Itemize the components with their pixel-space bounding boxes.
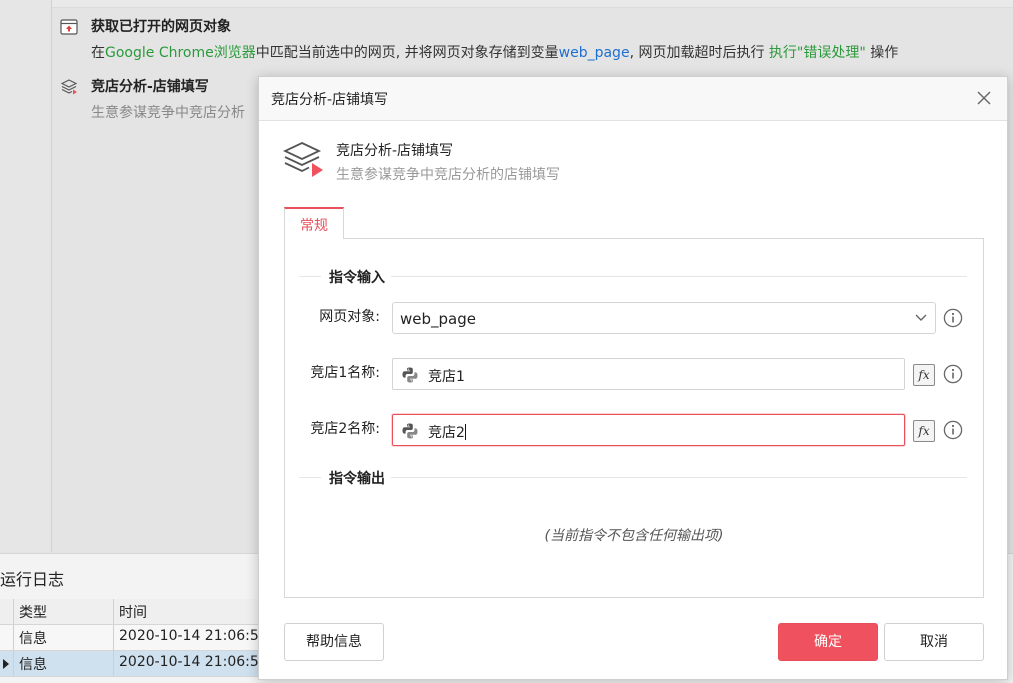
top-toolbar-edge bbox=[0, 0, 1013, 8]
input-section-title: 指令输入 bbox=[321, 267, 391, 287]
help-button[interactable]: 帮助信息 bbox=[284, 623, 384, 661]
shop2-value: 竞店2 bbox=[428, 424, 466, 441]
step-title: 获取已打开的网页对象 bbox=[91, 19, 231, 35]
line-number-gutter bbox=[0, 0, 52, 552]
web-page-value: web_page bbox=[400, 310, 476, 328]
python-icon bbox=[402, 367, 418, 383]
command-dialog: 竞店分析-店铺填写 竞店分析-店铺填写 生意参谋竞争中竞店分析的店铺填写 常规 … bbox=[258, 76, 1008, 680]
log-type-cell: 信息 bbox=[14, 651, 114, 676]
fx-expression-button[interactable]: fx bbox=[913, 364, 935, 386]
layers-icon bbox=[60, 79, 78, 95]
chevron-down-icon bbox=[915, 314, 927, 321]
step-description: 生意参谋竞争中竞店分析 bbox=[91, 105, 245, 121]
output-section-title: 指令输出 bbox=[321, 468, 391, 488]
tab-general[interactable]: 常规 bbox=[284, 207, 344, 239]
info-icon[interactable] bbox=[943, 420, 963, 440]
no-output-message: (当前指令不包含任何输出项) bbox=[544, 528, 724, 544]
column-header-time[interactable]: 时间 bbox=[114, 599, 262, 624]
shop1-input[interactable]: 竞店1 bbox=[392, 358, 905, 390]
log-type-cell: 信息 bbox=[14, 625, 114, 650]
web-page-select[interactable]: web_page bbox=[392, 302, 936, 334]
dialog-title: 竞店分析-店铺填写 bbox=[271, 92, 389, 108]
browser-window-icon bbox=[60, 19, 78, 35]
web-page-label: 网页对象: bbox=[319, 309, 380, 325]
fx-expression-button[interactable]: fx bbox=[913, 420, 935, 442]
shop2-label: 竞店2名称: bbox=[310, 421, 380, 437]
info-icon[interactable] bbox=[943, 308, 963, 328]
close-icon[interactable] bbox=[975, 89, 993, 107]
section-divider bbox=[299, 276, 967, 277]
shop2-input[interactable]: 竞店2 bbox=[392, 414, 905, 446]
run-log-title: 运行日志 bbox=[0, 570, 65, 589]
table-row[interactable]: 信息 2020-10-14 21:06:5 bbox=[0, 625, 262, 651]
shop1-label: 竞店1名称: bbox=[310, 365, 380, 381]
log-time-cell: 2020-10-14 21:06:5 bbox=[119, 628, 259, 644]
section-divider bbox=[299, 477, 967, 478]
table-row[interactable]: 信息 2020-10-14 21:06:5 bbox=[0, 651, 262, 677]
step-title: 竞店分析-店铺填写 bbox=[91, 79, 209, 95]
ok-button[interactable]: 确定 bbox=[778, 623, 878, 661]
dialog-header: 竞店分析-店铺填写 bbox=[259, 77, 1007, 121]
row-pointer-icon bbox=[3, 659, 9, 669]
step-description: 在Google Chrome浏览器中匹配当前选中的网页, 并将网页对象存储到变量… bbox=[91, 45, 899, 61]
table-header-row: 类型 时间 bbox=[0, 599, 262, 625]
log-time-cell: 2020-10-14 21:06:5 bbox=[119, 654, 259, 670]
python-icon bbox=[402, 423, 418, 439]
shop1-value: 竞店1 bbox=[428, 369, 465, 385]
cancel-button[interactable]: 取消 bbox=[884, 623, 984, 661]
layers-icon bbox=[283, 142, 323, 177]
info-icon[interactable] bbox=[943, 364, 963, 384]
text-caret bbox=[464, 424, 466, 440]
command-name: 竞店分析-店铺填写 bbox=[336, 143, 454, 159]
command-description: 生意参谋竞争中竞店分析的店铺填写 bbox=[336, 167, 560, 183]
column-header-type[interactable]: 类型 bbox=[14, 599, 114, 624]
